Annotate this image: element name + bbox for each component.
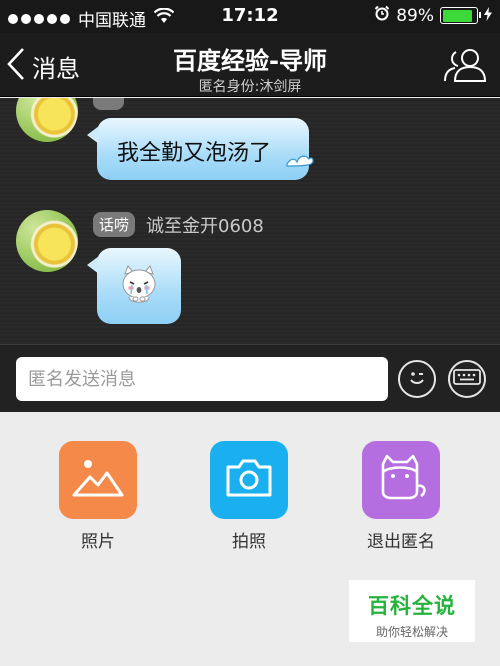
wave-decoration-icon — [285, 149, 315, 174]
alarm-icon — [374, 5, 390, 26]
sender-badge-partial — [93, 98, 125, 110]
message-bubble[interactable]: 我全勤又泡汤了 — [87, 118, 314, 180]
message-input[interactable] — [16, 357, 388, 401]
battery-percent: 89% — [396, 5, 434, 26]
battery-icon — [440, 7, 481, 24]
message-input-bar — [0, 344, 500, 412]
photo-button[interactable]: 照片 — [58, 441, 138, 552]
chat-area[interactable]: 我全勤又泡汤了 话唠 诚至金开0608 — [0, 98, 500, 344]
take-photo-label: 拍照 — [232, 532, 266, 552]
keyboard-button[interactable] — [448, 360, 486, 398]
take-photo-button[interactable]: 拍照 — [209, 441, 289, 552]
message-text: 我全勤又泡汤了 — [117, 141, 272, 166]
group-members-button[interactable] — [442, 47, 488, 87]
nav-bar: 消息 百度经验-导师 匿名身份:沐剑屏 — [0, 33, 500, 97]
photo-icon — [70, 455, 126, 505]
camera-icon — [224, 457, 274, 503]
smiley-icon — [404, 364, 430, 394]
battery-fill — [442, 9, 472, 22]
exit-anonymous-tile — [362, 441, 440, 519]
camera-tile — [210, 441, 288, 519]
users-icon — [442, 49, 488, 87]
sender-avatar[interactable] — [16, 210, 78, 272]
emoji-button[interactable] — [398, 360, 436, 398]
sticker-bubble[interactable] — [87, 248, 181, 324]
crying-cat-sticker-icon — [119, 264, 159, 312]
photo-tile — [59, 441, 137, 519]
keyboard-icon — [453, 367, 481, 391]
page-title: 百度经验-导师 — [173, 47, 327, 75]
watermark-subtitle: 助你轻松解决 — [375, 625, 448, 639]
watermark-title: 百科全说 — [368, 594, 456, 618]
exit-anonymous-label: 退出匿名 — [367, 532, 435, 552]
charging-icon — [484, 6, 492, 26]
cat-mask-icon — [373, 452, 429, 508]
status-bar: 中国联通 17:12 89% — [0, 0, 500, 33]
photo-label: 照片 — [81, 532, 115, 552]
anonymous-identity: 匿名身份:沐剑屏 — [198, 79, 302, 95]
sender-avatar[interactable] — [16, 98, 78, 142]
exit-anonymous-button[interactable]: 退出匿名 — [361, 441, 441, 552]
watermark-logo: 百科全说 助你轻松解决 — [349, 580, 475, 642]
sender-badge: 话唠 — [93, 212, 136, 237]
status-right: 89% — [374, 5, 492, 26]
sender-name: 诚至金开0608 — [146, 216, 264, 237]
